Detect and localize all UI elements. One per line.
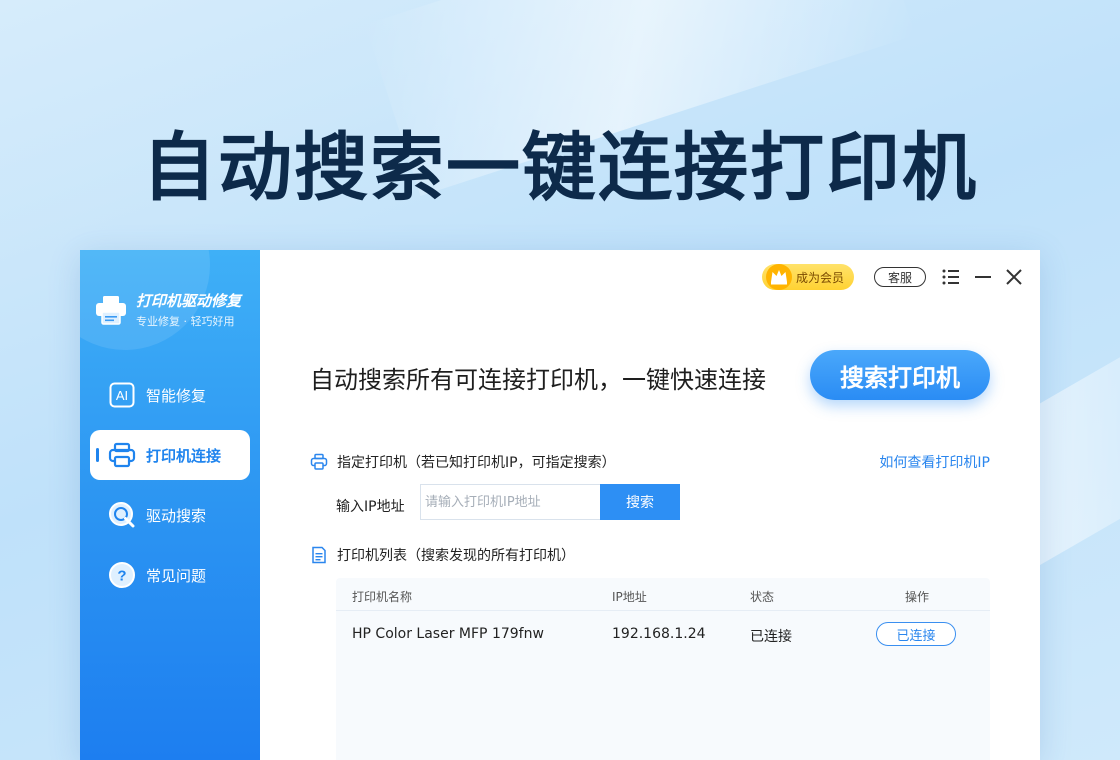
brand-tagline: 专业修复 · 轻巧好用 — [136, 315, 235, 328]
printer-status-cell: 已连接 — [750, 629, 792, 645]
menu-icon[interactable] — [940, 266, 962, 288]
brand-name: 打印机驱动修复 — [136, 292, 242, 310]
question-icon: ? — [108, 561, 136, 589]
printer-outline-icon — [310, 453, 328, 471]
printer-table: 打印机名称 IP地址 状态 操作 HP Color Laser MFP 179f… — [336, 578, 990, 760]
printer-name-cell: HP Color Laser MFP 179fnw — [352, 626, 544, 642]
sidebar-item-smart-repair[interactable]: AI 智能修复 — [90, 370, 250, 420]
table-divider — [336, 610, 990, 611]
brand: 打印机驱动修复 专业修复 · 轻巧好用 — [94, 290, 241, 329]
list-document-icon — [310, 546, 328, 564]
search-icon — [108, 501, 136, 529]
minimize-icon[interactable] — [972, 266, 994, 288]
sidebar-item-driver-search[interactable]: 驱动搜索 — [90, 490, 250, 540]
vip-button[interactable]: 成为会员 — [762, 262, 855, 292]
sidebar-item-label: 打印机连接 — [146, 446, 222, 465]
printer-icon — [108, 441, 136, 469]
sidebar-item-label: 驱动搜索 — [146, 506, 207, 525]
table-header-action: 操作 — [905, 590, 930, 604]
sidebar: 打印机驱动修复 专业修复 · 轻巧好用 AI 智能修复 打印机连接 驱动搜索 ?… — [80, 250, 260, 760]
printer-logo-icon — [94, 293, 128, 327]
table-header-status: 状态 — [750, 590, 775, 604]
table-header-name: 打印机名称 — [352, 590, 413, 604]
crown-icon — [764, 262, 794, 292]
printer-ip-cell: 192.168.1.24 — [612, 626, 706, 642]
search-printer-button[interactable]: 搜索打印机 — [810, 350, 990, 400]
specify-section-label: 指定打印机（若已知打印机IP，可指定搜索） — [337, 455, 616, 471]
page-headline: 自动搜索所有可连接打印机，一键快速连接 — [310, 366, 766, 394]
svg-text:AI: AI — [116, 388, 128, 403]
ip-address-input[interactable] — [420, 484, 600, 520]
table-header-ip: IP地址 — [612, 590, 647, 604]
specify-printer-section: 指定打印机（若已知打印机IP，可指定搜索） — [310, 452, 616, 472]
active-indicator — [96, 448, 99, 462]
hero-title: 自动搜索一键连接打印机 — [142, 125, 978, 211]
ai-icon: AI — [108, 381, 136, 409]
printer-list-section: 打印机列表（搜索发现的所有打印机） — [310, 545, 575, 565]
sidebar-item-printer-connect[interactable]: 打印机连接 — [90, 430, 250, 480]
sidebar-item-label: 常见问题 — [146, 566, 207, 585]
sidebar-item-faq[interactable]: ? 常见问题 — [90, 550, 250, 600]
ip-search-button[interactable]: 搜索 — [600, 484, 680, 520]
help-link-printer-ip[interactable]: 如何查看打印机IP — [879, 452, 990, 472]
svg-text:?: ? — [117, 568, 126, 585]
ip-label: 输入IP地址 — [336, 499, 405, 515]
list-section-label: 打印机列表（搜索发现的所有打印机） — [337, 548, 575, 564]
app-window: 打印机驱动修复 专业修复 · 轻巧好用 AI 智能修复 打印机连接 驱动搜索 ?… — [80, 250, 1040, 760]
connected-button[interactable]: 已连接 — [876, 622, 956, 646]
close-icon[interactable] — [1003, 266, 1025, 288]
sidebar-item-label: 智能修复 — [146, 386, 207, 405]
customer-service-button[interactable]: 客服 — [874, 267, 926, 287]
vip-label: 成为会员 — [796, 270, 845, 285]
